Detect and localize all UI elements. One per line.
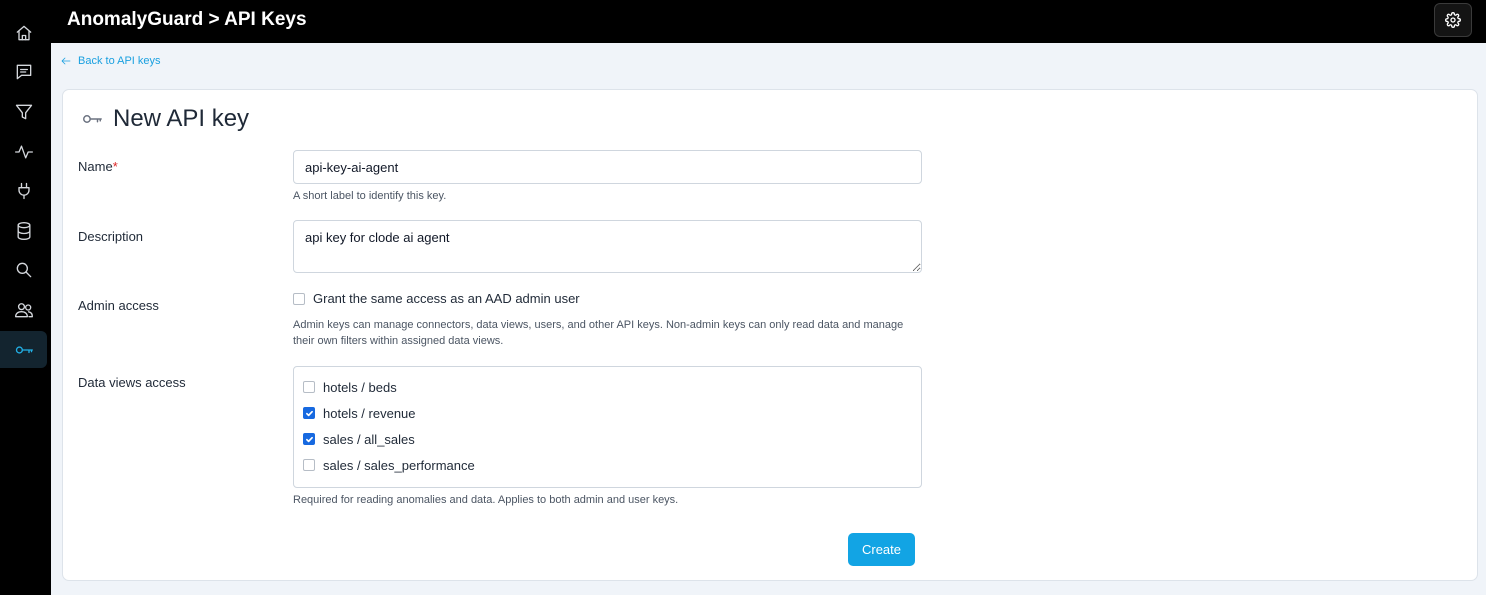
sidebar-item-search[interactable]	[0, 251, 47, 288]
sidebar-item-activity[interactable]	[0, 133, 47, 170]
data-view-item[interactable]: hotels / revenue	[294, 400, 921, 426]
sidebar-item-chat[interactable]	[0, 53, 47, 90]
data-view-label: hotels / revenue	[323, 405, 416, 421]
required-mark: *	[112, 159, 118, 174]
checkmark-icon	[305, 436, 313, 442]
data-view-item[interactable]: hotels / beds	[294, 374, 921, 400]
data-views-help-text: Required for reading anomalies and data.…	[293, 494, 679, 506]
admin-access-checkbox-label: Grant the same access as an AAD admin us…	[313, 291, 580, 306]
create-button[interactable]: Create	[848, 533, 915, 566]
users-icon	[14, 302, 33, 317]
data-view-checkbox[interactable]	[303, 433, 315, 445]
form-title-text: New API key	[113, 105, 250, 132]
admin-access-checkbox[interactable]	[293, 292, 305, 305]
sidebar-item-connectors[interactable]	[0, 172, 47, 209]
data-view-label: sales / sales_performance	[323, 457, 475, 473]
name-input[interactable]	[293, 150, 922, 184]
activity-icon	[14, 145, 33, 158]
name-label-text: Name	[78, 159, 113, 174]
filter-icon	[15, 104, 32, 119]
page-title: AnomalyGuard > API Keys	[67, 9, 307, 30]
key-icon	[15, 345, 33, 354]
top-bar: AnomalyGuard > API Keys	[51, 0, 1486, 43]
chat-icon	[16, 64, 31, 79]
data-view-item[interactable]: sales / sales_performance	[294, 452, 921, 478]
sidebar-item-home[interactable]	[0, 14, 47, 51]
data-view-checkbox[interactable]	[303, 381, 315, 393]
sidebar-item-users[interactable]	[0, 291, 47, 328]
form-title: New API key	[81, 105, 249, 133]
back-to-api-keys-link[interactable]: Back to API keys	[60, 55, 161, 67]
description-label: Description	[78, 229, 144, 244]
key-icon	[83, 115, 102, 123]
data-views-access-label: Data views access	[78, 375, 186, 390]
settings-button[interactable]	[1434, 3, 1472, 37]
sidebar-item-database[interactable]	[0, 212, 47, 249]
data-view-label: sales / all_sales	[323, 431, 415, 447]
new-api-key-card: New API key Name* A short label to ident…	[62, 89, 1478, 581]
back-link-label: Back to API keys	[78, 55, 161, 67]
gear-icon	[1445, 12, 1461, 28]
admin-access-label: Admin access	[78, 298, 159, 313]
sidebar-item-api-keys[interactable]	[0, 331, 47, 368]
data-views-list: hotels / beds hotels / revenue sales / a…	[293, 366, 922, 488]
description-textarea[interactable]: api key for clode ai agent	[293, 220, 922, 273]
database-icon	[17, 221, 31, 240]
home-icon	[16, 25, 31, 40]
data-view-checkbox[interactable]	[303, 407, 315, 419]
checkmark-icon	[305, 410, 313, 416]
name-label: Name*	[78, 159, 118, 174]
sidebar	[0, 0, 51, 595]
data-view-checkbox[interactable]	[303, 459, 315, 471]
data-view-label: hotels / beds	[323, 379, 397, 395]
plug-icon	[17, 182, 30, 199]
admin-access-help-text: Admin keys can manage connectors, data v…	[293, 319, 904, 347]
admin-access-option[interactable]: Grant the same access as an AAD admin us…	[293, 291, 580, 306]
name-help-text: A short label to identify this key.	[293, 190, 447, 202]
arrow-left-icon	[61, 57, 71, 65]
search-icon	[16, 262, 31, 277]
data-view-item[interactable]: sales / all_sales	[294, 426, 921, 452]
sidebar-item-filter[interactable]	[0, 93, 47, 130]
